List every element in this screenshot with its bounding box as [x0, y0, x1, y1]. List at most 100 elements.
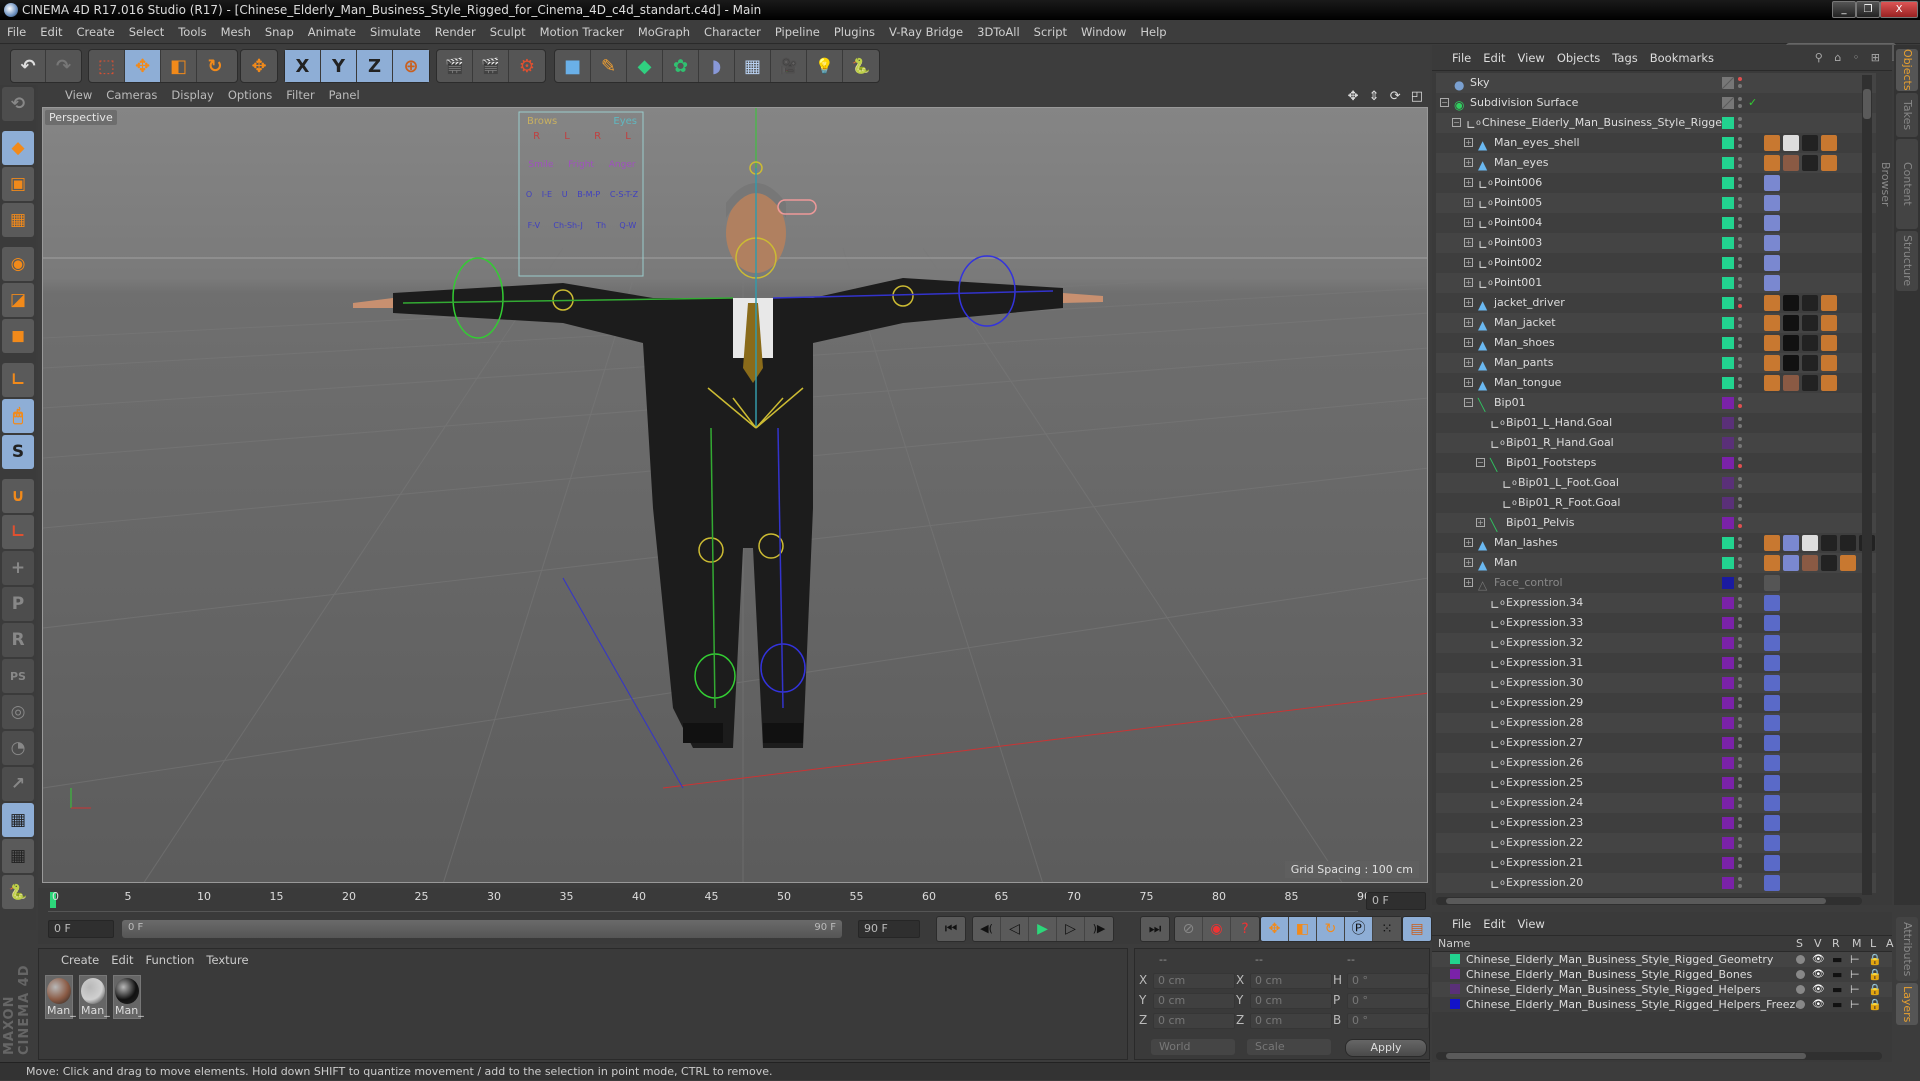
- solo-icon[interactable]: [1796, 985, 1805, 994]
- end-frame-field[interactable]: 90 F: [858, 920, 920, 938]
- cube-object-icon[interactable]: ■: [555, 50, 591, 82]
- visibility-dots-icon[interactable]: [1738, 116, 1742, 130]
- layer-color-swatch[interactable]: [1722, 597, 1734, 609]
- object-name[interactable]: Man_eyes: [1494, 153, 1548, 173]
- object-row[interactable]: ∟⁰ Expression.30: [1436, 673, 1876, 693]
- object-name[interactable]: Point006: [1494, 173, 1542, 193]
- expand-icon[interactable]: +: [1464, 538, 1473, 547]
- object-name[interactable]: Expression.29: [1506, 693, 1583, 713]
- material-tag-icon[interactable]: [1783, 155, 1799, 171]
- expand-icon[interactable]: +: [1464, 138, 1473, 147]
- object-name[interactable]: Bip01_R_Foot.Goal: [1518, 493, 1620, 513]
- object-row[interactable]: + ∟⁰ Point003: [1436, 233, 1876, 253]
- expand-icon[interactable]: +: [1464, 218, 1473, 227]
- parameter-key-icon[interactable]: ◔: [2, 731, 34, 765]
- manager-icon[interactable]: ⊢: [1850, 982, 1860, 997]
- object-name[interactable]: Expression.34: [1506, 593, 1583, 613]
- object-row[interactable]: + ▲ Man_tongue: [1436, 373, 1876, 393]
- xpresso-tag-icon[interactable]: [1764, 655, 1780, 671]
- menu-snap[interactable]: Snap: [258, 20, 301, 44]
- object-menu-view[interactable]: View: [1512, 45, 1551, 71]
- object-name[interactable]: Man_tongue: [1494, 373, 1561, 393]
- object-row[interactable]: ∟⁰ Expression.32: [1436, 633, 1876, 653]
- object-row[interactable]: − ∟⁰ Chinese_Elderly_Man_Business_Style_Ri…: [1436, 113, 1876, 133]
- collapse-icon[interactable]: −: [1452, 118, 1461, 127]
- material-tag-icon[interactable]: [1783, 295, 1799, 311]
- constraint-tag-icon[interactable]: [1764, 235, 1780, 251]
- redo-button[interactable]: ↷: [46, 50, 81, 82]
- visibility-dots-icon[interactable]: [1738, 696, 1742, 710]
- timeline-ruler[interactable]: 0 5 10 15 20 25 30 35 40 45 50 55 60 65 70 75 80 85 90: [48, 890, 1371, 912]
- expand-icon[interactable]: +: [1464, 158, 1473, 167]
- visibility-dots-icon[interactable]: [1738, 816, 1742, 830]
- menu-pipeline[interactable]: Pipeline: [768, 20, 827, 44]
- snapping-icon[interactable]: S: [2, 435, 34, 469]
- object-row[interactable]: + ▲ jacket_driver: [1436, 293, 1876, 313]
- next-frame-button[interactable]: ▷: [1057, 917, 1085, 941]
- material-tag-icon[interactable]: [1783, 135, 1799, 151]
- key-scale-icon[interactable]: ◧: [1289, 917, 1317, 941]
- menu-script[interactable]: Script: [1027, 20, 1074, 44]
- material-tag-icon[interactable]: [1783, 375, 1799, 391]
- constraint-tag-icon[interactable]: [1764, 255, 1780, 271]
- phong-tag-icon[interactable]: [1821, 375, 1837, 391]
- object-name[interactable]: Man_lashes: [1494, 533, 1558, 553]
- viewport-navigation-icons[interactable]: ✥ ⇕ ⟳ ◰: [1348, 87, 1426, 107]
- tweak-mode-icon[interactable]: 🖱: [2, 399, 34, 433]
- object-row[interactable]: ∟⁰ Expression.34: [1436, 593, 1876, 613]
- axis-workplane-icon[interactable]: ∟: [2, 515, 34, 549]
- object-name[interactable]: Expression.22: [1506, 833, 1583, 853]
- layer-color-swatch[interactable]: [1722, 437, 1734, 449]
- magnet-tool-icon[interactable]: ∪: [2, 479, 34, 513]
- texture-tag-icon[interactable]: [1764, 295, 1780, 311]
- uvw-tag-icon[interactable]: [1840, 535, 1856, 551]
- visibility-dots-icon[interactable]: [1738, 376, 1742, 390]
- object-row[interactable]: ∟⁰ Expression.23: [1436, 813, 1876, 833]
- tab-structure[interactable]: Structure: [1896, 231, 1918, 291]
- object-row[interactable]: ∟⁰ Expression.33: [1436, 613, 1876, 633]
- layer-color-swatch[interactable]: [1722, 497, 1734, 509]
- visibility-dots-icon[interactable]: [1738, 536, 1742, 550]
- layer-color-swatch[interactable]: [1722, 797, 1734, 809]
- expand-icon[interactable]: +: [1464, 318, 1473, 327]
- material-menu-function[interactable]: Function: [140, 949, 201, 971]
- visibility-dots-icon[interactable]: [1738, 876, 1742, 890]
- keyframe-selection-icon[interactable]: ?: [1231, 917, 1259, 941]
- solo-icon[interactable]: [1796, 955, 1805, 964]
- object-name[interactable]: Man: [1494, 553, 1517, 573]
- layer-color-swatch[interactable]: [1722, 197, 1734, 209]
- object-list-hscrollbar[interactable]: [1436, 897, 1862, 905]
- visibility-dots-icon[interactable]: [1738, 96, 1742, 110]
- layer-color-swatch[interactable]: [1722, 317, 1734, 329]
- xpresso-tag-icon[interactable]: [1764, 715, 1780, 731]
- collapse-icon[interactable]: −: [1464, 398, 1473, 407]
- visibility-dots-icon[interactable]: [1738, 236, 1742, 250]
- visibility-dots-icon[interactable]: [1738, 556, 1742, 570]
- expand-icon[interactable]: +: [1464, 338, 1473, 347]
- layer-color-swatch[interactable]: [1722, 717, 1734, 729]
- object-row[interactable]: + ∟⁰ Point001: [1436, 273, 1876, 293]
- layer-row[interactable]: Chinese_Elderly_Man_Business_Style_Rigge…: [1432, 982, 1892, 997]
- unlocked-icon[interactable]: 🔒: [1868, 967, 1882, 982]
- restore-button[interactable]: ❐: [1856, 1, 1880, 18]
- enabled-check-icon[interactable]: ✓: [1748, 93, 1757, 113]
- xpresso-tag-icon[interactable]: [1764, 635, 1780, 651]
- layer-color-swatch[interactable]: [1722, 737, 1734, 749]
- layer-color-swatch[interactable]: [1722, 297, 1734, 309]
- menu-animate[interactable]: Animate: [301, 20, 363, 44]
- xpresso-tag-icon[interactable]: [1764, 755, 1780, 771]
- texture-tag-icon[interactable]: [1764, 555, 1780, 571]
- menu-simulate[interactable]: Simulate: [363, 20, 428, 44]
- layer-color-swatch[interactable]: [1450, 999, 1460, 1009]
- key-parameter-icon[interactable]: Ⓟ: [1345, 917, 1373, 941]
- layer-color-swatch[interactable]: [1722, 657, 1734, 669]
- menu-tools[interactable]: Tools: [171, 20, 213, 44]
- visibility-dots-icon[interactable]: [1738, 436, 1742, 450]
- uvw-tag-icon[interactable]: [1821, 555, 1837, 571]
- object-menu-tags[interactable]: Tags: [1606, 45, 1643, 71]
- layer-column-r[interactable]: R: [1832, 936, 1840, 952]
- object-row[interactable]: + △ Face_control: [1436, 573, 1876, 593]
- render-picture-viewer-icon[interactable]: 🎬: [473, 50, 509, 82]
- object-name[interactable]: jacket_driver: [1494, 293, 1565, 313]
- go-to-end-button[interactable]: ⏭: [1141, 917, 1169, 941]
